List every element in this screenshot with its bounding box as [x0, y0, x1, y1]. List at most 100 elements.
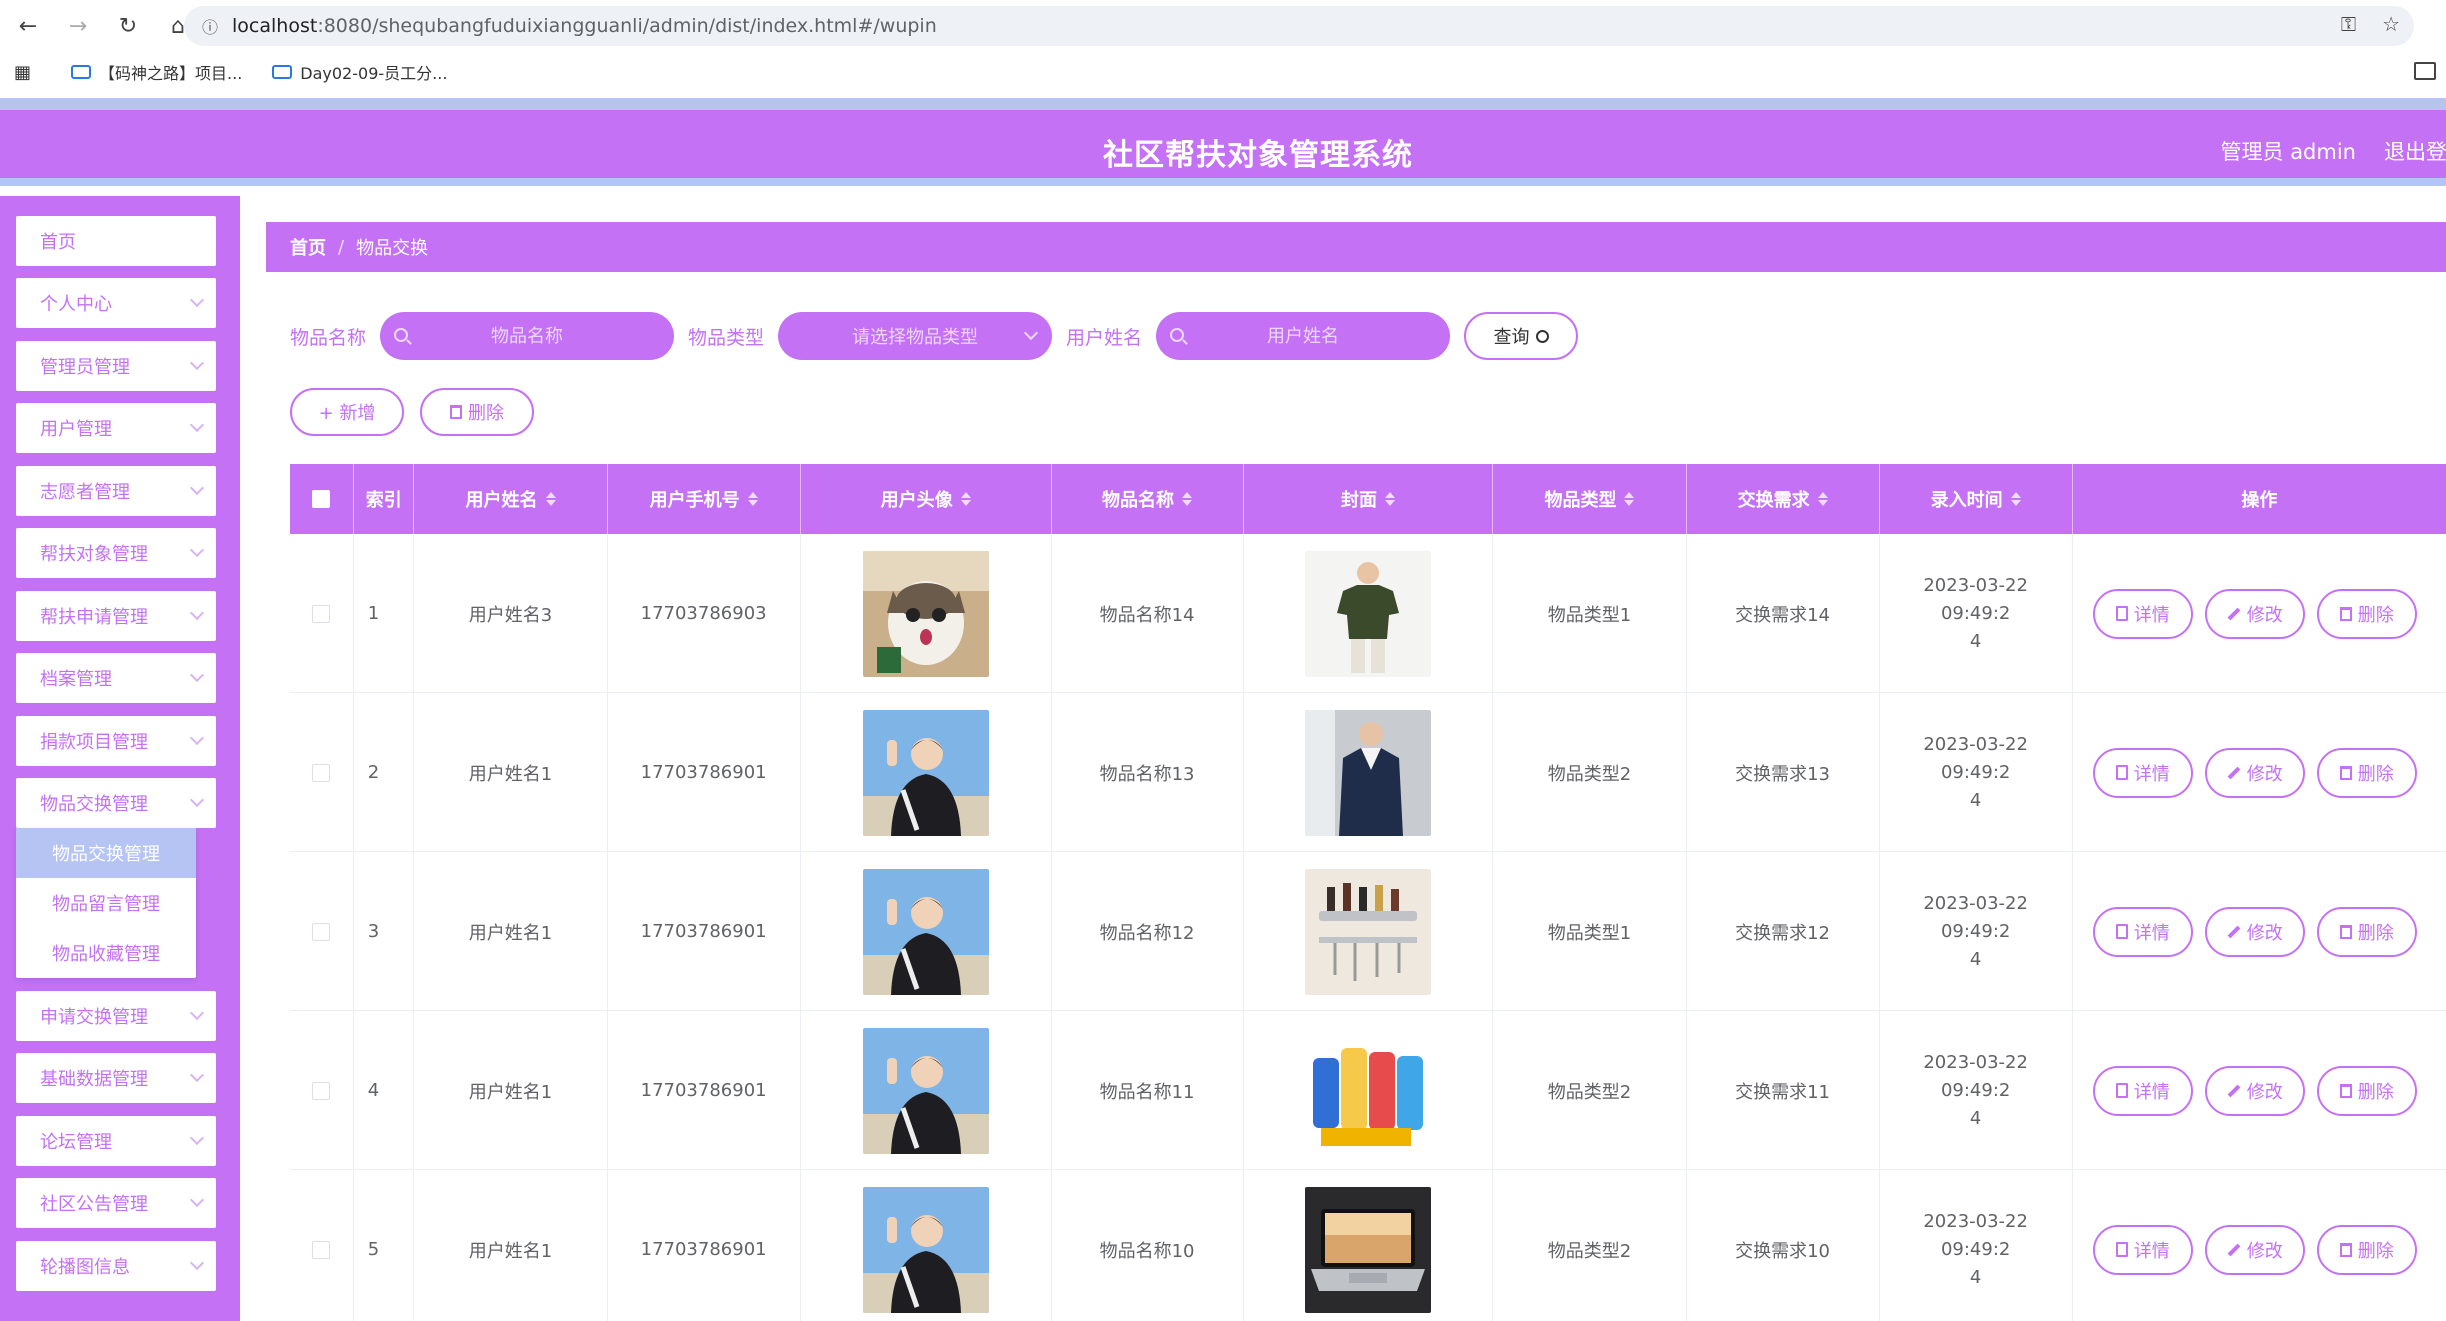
row-checkbox[interactable]: [312, 922, 331, 941]
sort-icon[interactable]: [1385, 492, 1396, 506]
add-button[interactable]: + 新增: [290, 388, 404, 436]
col-need[interactable]: 交换需求: [1687, 464, 1880, 534]
item-name-input[interactable]: [380, 325, 675, 347]
sidebar-item-notices[interactable]: 社区公告管理: [16, 1178, 216, 1228]
logout-link[interactable]: 退出登录: [2384, 136, 2446, 166]
row-checkbox[interactable]: [312, 1081, 331, 1100]
col-type[interactable]: 物品类型: [1493, 464, 1687, 534]
sort-icon[interactable]: [747, 492, 758, 506]
sort-icon[interactable]: [545, 492, 556, 506]
sort-icon[interactable]: [2010, 492, 2021, 506]
sidebar-item-forum[interactable]: 论坛管理: [16, 1116, 216, 1166]
sidebar-item-base-data[interactable]: 基础数据管理: [16, 1053, 216, 1103]
submenu-item-exchange[interactable]: 物品交换管理: [16, 828, 196, 878]
edit-button[interactable]: 修改: [2204, 747, 2305, 798]
row-checkbox[interactable]: [312, 763, 331, 782]
column-header-label: 封面: [1341, 490, 1378, 511]
row-time-line2: 4: [1969, 789, 1982, 811]
select-all-checkbox[interactable]: [312, 490, 331, 508]
col-user[interactable]: 用户姓名: [414, 464, 608, 534]
sidebar-item-carousel[interactable]: 轮播图信息: [16, 1241, 216, 1291]
chevron-down-icon: [189, 292, 205, 308]
user-avatar-image[interactable]: [862, 1027, 989, 1154]
sort-icon[interactable]: [1817, 492, 1828, 506]
user-avatar-image[interactable]: [862, 550, 989, 677]
delete-button-label: 删除: [2357, 1240, 2394, 1262]
row-select-cell: [290, 693, 354, 852]
submenu-item-favorites[interactable]: 物品收藏管理: [16, 928, 196, 978]
search-icon: [1170, 328, 1185, 342]
star-icon[interactable]: ☆: [2382, 12, 2400, 36]
table-row: 5 用户姓名1 17703786901 物品名称10 物品类型2 交换需求10 …: [290, 1170, 2446, 1321]
key-icon[interactable]: ⚿: [2341, 12, 2356, 36]
delete-button-label: 删除: [2357, 1081, 2394, 1103]
sort-icon[interactable]: [960, 492, 971, 506]
col-item[interactable]: 物品名称: [1052, 464, 1244, 534]
row-type: 物品类型2: [1493, 1170, 1687, 1321]
apps-icon[interactable]: ▦: [14, 62, 31, 83]
edit-button[interactable]: 修改: [2204, 1224, 2305, 1275]
sidebar-item-exchange-requests[interactable]: 申请交换管理: [16, 991, 216, 1041]
col-avatar[interactable]: 用户头像: [801, 464, 1052, 534]
address-bar[interactable]: ⓘ localhost:8080/shequbangfuduixiangguan…: [184, 6, 2414, 46]
bookmark-1[interactable]: 【码神之路】项目...: [71, 60, 242, 84]
row-cover-cell: [1244, 852, 1494, 1011]
cover-image[interactable]: [1305, 709, 1431, 836]
back-icon[interactable]: ←: [6, 4, 50, 48]
submenu-item-messages[interactable]: 物品留言管理: [16, 878, 196, 928]
user-name-input[interactable]: [1156, 325, 1451, 347]
col-time[interactable]: 录入时间: [1880, 464, 2073, 534]
cover-image[interactable]: [1305, 1027, 1431, 1154]
reload-icon[interactable]: ↻: [106, 4, 150, 48]
cover-image[interactable]: [1305, 868, 1431, 995]
user-name-field[interactable]: [1156, 312, 1451, 360]
delete-button[interactable]: 删除: [2316, 1224, 2417, 1275]
forward-icon[interactable]: →: [56, 4, 100, 48]
bookmark-2[interactable]: Day02-09-员工分...: [272, 60, 447, 84]
query-button[interactable]: 查询: [1464, 312, 1579, 360]
sidebar-item-archives[interactable]: 档案管理: [16, 653, 216, 703]
sort-icon[interactable]: [1182, 492, 1193, 506]
sidebar-item-admins[interactable]: 管理员管理: [16, 341, 216, 391]
edit-button[interactable]: 修改: [2204, 1065, 2305, 1116]
sidebar-item-profile[interactable]: 个人中心: [16, 278, 216, 328]
column-header-label: 用户手机号: [649, 490, 740, 511]
row-checkbox[interactable]: [312, 604, 331, 623]
item-name-field[interactable]: [380, 312, 675, 360]
submenu-item-label: 物品留言管理: [52, 894, 160, 915]
sidebar-item-aid-requests[interactable]: 帮扶申请管理: [16, 591, 216, 641]
row-actions: 详情 修改 删除: [2073, 1170, 2446, 1321]
col-cover[interactable]: 封面: [1244, 464, 1494, 534]
delete-button[interactable]: 删除: [2316, 1065, 2417, 1116]
sidebar-item-home[interactable]: 首页: [16, 216, 216, 266]
sidebar-item-aid-targets[interactable]: 帮扶对象管理: [16, 528, 216, 578]
delete-button[interactable]: 删除: [2316, 588, 2417, 639]
detail-button[interactable]: 详情: [2092, 747, 2193, 798]
sidebar-item-volunteers[interactable]: 志愿者管理: [16, 466, 216, 516]
edit-button[interactable]: 修改: [2204, 906, 2305, 957]
delete-button[interactable]: 删除: [2316, 906, 2417, 957]
cover-image[interactable]: [1305, 550, 1431, 677]
user-avatar-image[interactable]: [862, 1186, 989, 1313]
detail-button[interactable]: 详情: [2092, 1224, 2193, 1275]
cover-image[interactable]: [1305, 1186, 1431, 1313]
detail-button[interactable]: 详情: [2092, 1065, 2193, 1116]
row-type: 物品类型2: [1493, 693, 1687, 852]
detail-button[interactable]: 详情: [2092, 906, 2193, 957]
delete-button[interactable]: 删除: [2316, 747, 2417, 798]
user-avatar-image[interactable]: [862, 709, 989, 836]
breadcrumb-home[interactable]: 首页: [290, 234, 326, 260]
item-type-select[interactable]: 请选择物品类型: [778, 312, 1053, 360]
sidebar-item-donations[interactable]: 捐款项目管理: [16, 716, 216, 766]
breadcrumb: 首页 / 物品交换: [266, 222, 2446, 272]
row-checkbox[interactable]: [312, 1240, 331, 1259]
edit-button[interactable]: 修改: [2204, 588, 2305, 639]
detail-button[interactable]: 详情: [2092, 588, 2193, 639]
user-avatar-image[interactable]: [862, 868, 989, 995]
batch-delete-button[interactable]: 删除: [420, 388, 534, 436]
sidebar-item-users[interactable]: 用户管理: [16, 403, 216, 453]
folder-icon[interactable]: [2414, 62, 2436, 80]
col-phone[interactable]: 用户手机号: [608, 464, 801, 534]
sidebar-item-item-exchange[interactable]: 物品交换管理: [16, 778, 216, 828]
sort-icon[interactable]: [1624, 492, 1635, 506]
